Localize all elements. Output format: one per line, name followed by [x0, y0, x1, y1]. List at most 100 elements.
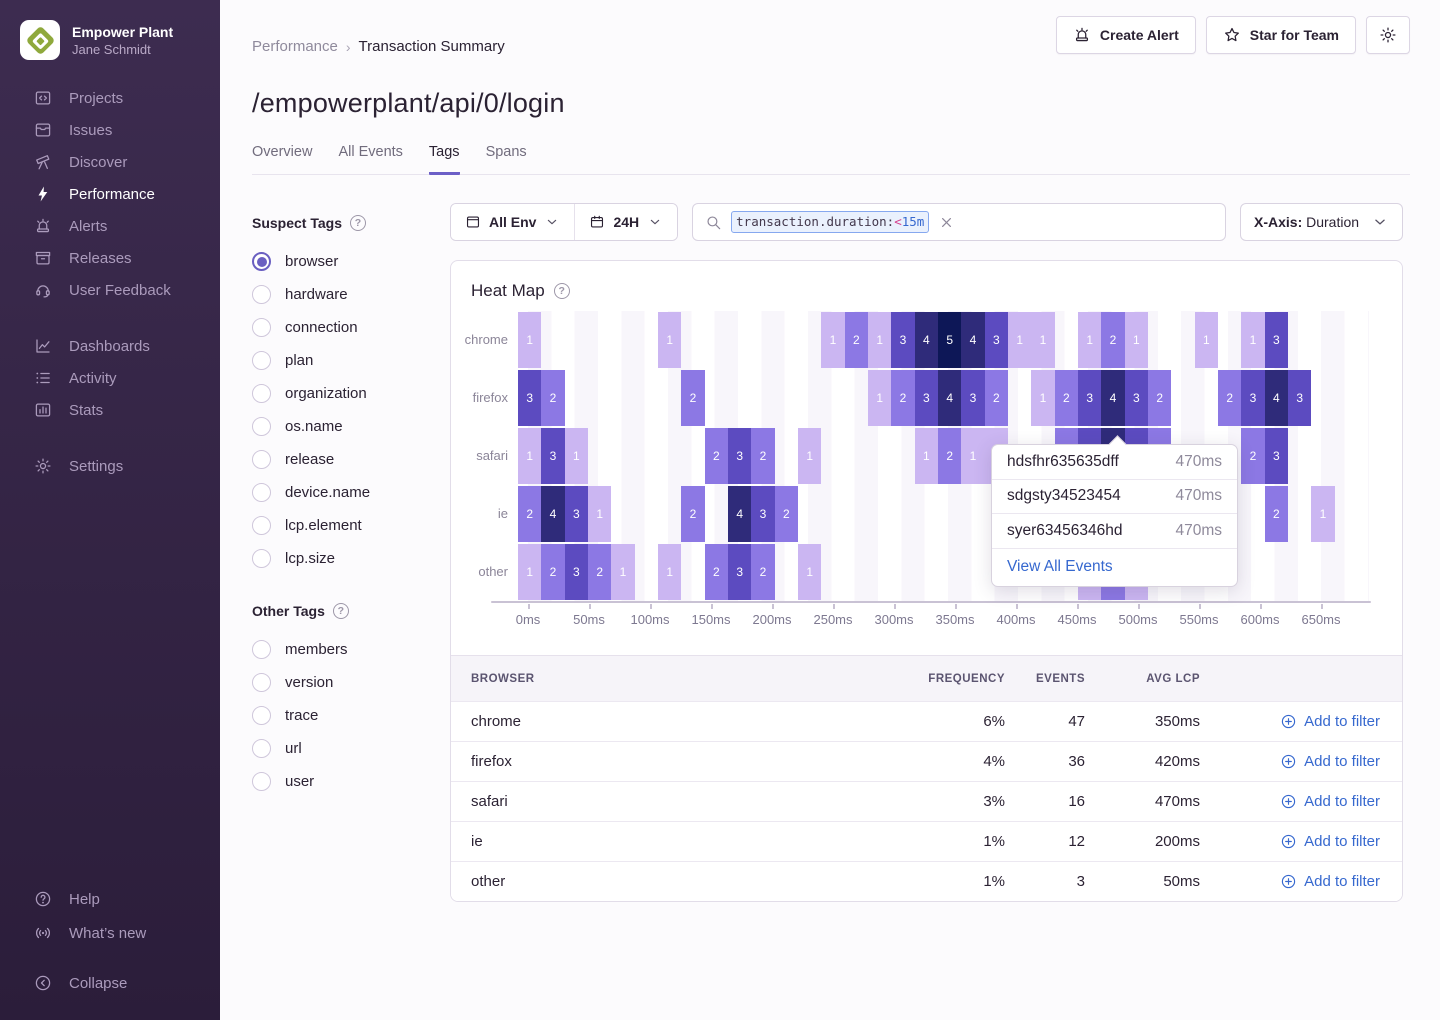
heatmap-cell[interactable]: 3 — [1125, 370, 1148, 426]
tag-option-plan[interactable]: plan — [252, 344, 420, 377]
tooltip-event-row[interactable]: syer63456346hd470ms — [992, 514, 1237, 549]
heatmap-cell[interactable]: 2 — [751, 544, 774, 600]
heatmap-cell[interactable]: 2 — [705, 544, 728, 600]
sidebar-item-performance[interactable]: Performance — [0, 178, 220, 210]
heatmap-cell[interactable]: 1 — [1078, 312, 1101, 368]
heatmap-cell[interactable]: 2 — [705, 428, 728, 484]
tag-option-version[interactable]: version — [252, 666, 420, 699]
heatmap-cell[interactable]: 3 — [728, 428, 751, 484]
add-to-filter-button[interactable]: Add to filter — [1200, 753, 1380, 770]
heatmap-cell[interactable]: 1 — [518, 428, 541, 484]
radio-os-name[interactable] — [252, 417, 271, 436]
heatmap-cell[interactable]: 4 — [1265, 370, 1288, 426]
heatmap-cell[interactable]: 3 — [1241, 370, 1264, 426]
heatmap-cell[interactable]: 1 — [518, 312, 541, 368]
radio-organization[interactable] — [252, 384, 271, 403]
heatmap-cell[interactable]: 2 — [938, 428, 961, 484]
heatmap-cell[interactable]: 1 — [611, 544, 634, 600]
heatmap-cell[interactable]: 2 — [541, 370, 564, 426]
tab-all-events[interactable]: All Events — [338, 144, 402, 175]
tab-overview[interactable]: Overview — [252, 144, 312, 175]
heatmap-cell[interactable]: 3 — [891, 312, 914, 368]
heatmap-cell[interactable]: 3 — [728, 544, 751, 600]
sidebar-item-projects[interactable]: Projects — [0, 82, 220, 114]
sidebar-item-discover[interactable]: Discover — [0, 146, 220, 178]
sidebar-item-stats[interactable]: Stats — [0, 394, 220, 426]
heatmap-cell[interactable]: 2 — [541, 544, 564, 600]
tag-option-user[interactable]: user — [252, 765, 420, 798]
tag-option-browser[interactable]: browser — [252, 245, 420, 278]
radio-lcp-element[interactable] — [252, 516, 271, 535]
heatmap-cell[interactable]: 2 — [518, 486, 541, 542]
heatmap-cell[interactable]: 4 — [961, 312, 984, 368]
tag-option-lcp-element[interactable]: lcp.element — [252, 509, 420, 542]
sidebar-item-settings[interactable]: Settings — [0, 450, 220, 482]
heatmap-cell[interactable]: 1 — [658, 312, 681, 368]
tag-option-members[interactable]: members — [252, 633, 420, 666]
heatmap-cell[interactable]: 2 — [985, 370, 1008, 426]
heatmap-cell[interactable]: 2 — [588, 544, 611, 600]
heatmap-cell[interactable]: 5 — [938, 312, 961, 368]
heatmap-cell[interactable]: 1 — [1008, 312, 1031, 368]
help-icon[interactable]: ? — [350, 215, 366, 231]
add-to-filter-button[interactable]: Add to filter — [1200, 713, 1380, 730]
radio-url[interactable] — [252, 739, 271, 758]
view-all-events-link[interactable]: View All Events — [992, 549, 1237, 586]
heatmap-cell[interactable]: 1 — [961, 428, 984, 484]
heatmap-cell[interactable]: 3 — [565, 544, 588, 600]
help-icon[interactable]: ? — [333, 603, 349, 619]
heatmap-cell[interactable]: 1 — [518, 544, 541, 600]
heatmap-cell[interactable]: 1 — [868, 370, 891, 426]
heatmap-cell[interactable]: 2 — [1265, 486, 1288, 542]
heatmap-cell[interactable]: 2 — [775, 486, 798, 542]
heatmap-cell[interactable]: 2 — [891, 370, 914, 426]
radio-members[interactable] — [252, 640, 271, 659]
heatmap-cell[interactable]: 4 — [1101, 370, 1124, 426]
sidebar-item-user-feedback[interactable]: User Feedback — [0, 274, 220, 306]
settings-gear-button[interactable] — [1366, 16, 1410, 54]
heatmap-cell[interactable]: 1 — [1195, 312, 1218, 368]
heatmap-cell[interactable]: 1 — [1125, 312, 1148, 368]
radio-plan[interactable] — [252, 351, 271, 370]
sidebar-footer-item-collapse[interactable]: Collapse — [0, 966, 220, 1000]
tag-option-trace[interactable]: trace — [252, 699, 420, 732]
add-to-filter-button[interactable]: Add to filter — [1200, 873, 1380, 890]
heatmap-cell[interactable]: 3 — [751, 486, 774, 542]
star-for-team-button[interactable]: Star for Team — [1206, 16, 1356, 54]
radio-lcp-size[interactable] — [252, 549, 271, 568]
radio-connection[interactable] — [252, 318, 271, 337]
radio-trace[interactable] — [252, 706, 271, 725]
radio-device-name[interactable] — [252, 483, 271, 502]
create-alert-button[interactable]: Create Alert — [1056, 16, 1196, 54]
sidebar-item-issues[interactable]: Issues — [0, 114, 220, 146]
search-input[interactable]: transaction.duration:<15m — [692, 203, 1226, 241]
heatmap-cell[interactable]: 3 — [541, 428, 564, 484]
radio-version[interactable] — [252, 673, 271, 692]
x-axis-selector[interactable]: X-Axis: Duration — [1240, 203, 1403, 241]
tag-option-hardware[interactable]: hardware — [252, 278, 420, 311]
heatmap-cell[interactable]: 1 — [915, 428, 938, 484]
heatmap-cell[interactable]: 2 — [1101, 312, 1124, 368]
heatmap-cell[interactable]: 2 — [845, 312, 868, 368]
tag-option-url[interactable]: url — [252, 732, 420, 765]
heatmap-cell[interactable]: 1 — [1241, 312, 1264, 368]
heatmap-cell[interactable]: 3 — [1265, 428, 1288, 484]
heatmap-cell[interactable]: 1 — [588, 486, 611, 542]
sidebar-item-dashboards[interactable]: Dashboards — [0, 330, 220, 362]
radio-user[interactable] — [252, 772, 271, 791]
heatmap-cell[interactable]: 4 — [728, 486, 751, 542]
tag-option-organization[interactable]: organization — [252, 377, 420, 410]
heatmap-cell[interactable]: 2 — [1148, 370, 1171, 426]
add-to-filter-button[interactable]: Add to filter — [1200, 793, 1380, 810]
heatmap-cell[interactable]: 3 — [961, 370, 984, 426]
heatmap-cell[interactable]: 3 — [518, 370, 541, 426]
tab-spans[interactable]: Spans — [486, 144, 527, 175]
heatmap-cell[interactable]: 3 — [915, 370, 938, 426]
heatmap-cell[interactable]: 1 — [565, 428, 588, 484]
org-header[interactable]: Empower Plant Jane Schmidt — [0, 0, 220, 60]
heatmap-cell[interactable]: 2 — [1218, 370, 1241, 426]
heatmap-cell[interactable]: 3 — [565, 486, 588, 542]
heatmap-cell[interactable]: 2 — [681, 370, 704, 426]
sidebar-item-releases[interactable]: Releases — [0, 242, 220, 274]
heatmap-cell[interactable]: 1 — [658, 544, 681, 600]
